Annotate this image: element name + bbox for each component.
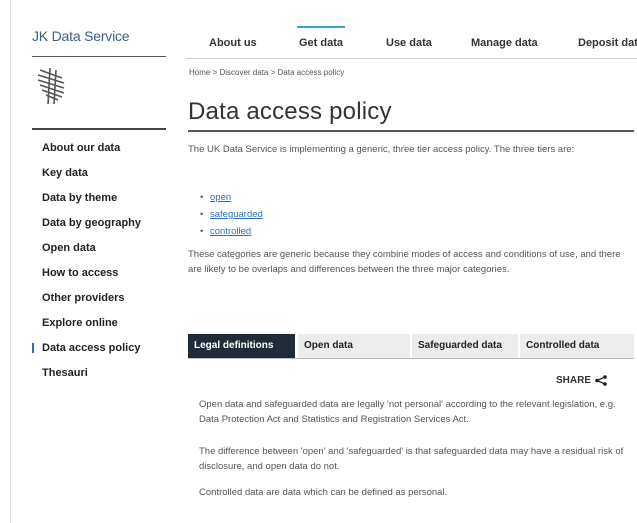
legal-paragraph-2: The difference between 'open' and 'safeg…	[199, 446, 624, 472]
sidebar-item-other-providers[interactable]: Other providers	[32, 289, 172, 314]
sidebar-item-label: Other providers	[42, 292, 125, 304]
nav-label: About us	[209, 37, 257, 49]
sidebar-item-thesauri[interactable]: Thesauri	[32, 364, 172, 389]
tab-legal-definitions[interactable]: Legal definitions	[188, 334, 295, 358]
nav-about-us[interactable]: About us	[209, 37, 257, 49]
tab-label: Safeguarded data	[418, 340, 502, 351]
sidebar-item-label: Key data	[42, 167, 88, 179]
page-title: Data access policy	[188, 98, 392, 125]
sidebar-item-label: Data by geography	[42, 217, 142, 229]
nav-label: Manage data	[471, 37, 538, 49]
page-edge-rule	[10, 0, 11, 523]
categories-paragraph: These categories are generic because the…	[188, 249, 621, 275]
tier-link-open[interactable]: open	[210, 192, 231, 203]
sidebar: About our data Key data Data by theme Da…	[32, 139, 172, 389]
site-logo-text[interactable]: JK Data Service	[32, 28, 130, 44]
tier-list: open safeguarded controlled	[200, 189, 263, 240]
sidebar-item-open-data[interactable]: Open data	[32, 239, 172, 264]
tabs-divider	[188, 358, 634, 359]
sidebar-item-label: Explore online	[42, 317, 118, 329]
sidebar-item-label: About our data	[42, 142, 121, 154]
tab-label: Legal definitions	[194, 340, 274, 351]
sidebar-item-label: How to access	[42, 267, 119, 279]
logo-divider	[32, 56, 166, 57]
nav-divider	[186, 58, 637, 59]
breadcrumb-current: Data access policy	[277, 68, 345, 77]
nav-active-indicator	[297, 26, 346, 28]
sidebar-item-label: Data access policy	[42, 342, 141, 354]
tab-open-data[interactable]: Open data	[298, 334, 410, 358]
tab-label: Controlled data	[526, 340, 600, 351]
sidebar-item-how-to-access[interactable]: How to access	[32, 264, 172, 289]
sidebar-item-label: Data by theme	[42, 192, 118, 204]
sidebar-item-key-data[interactable]: Key data	[32, 164, 172, 189]
legal-paragraph-3: Controlled data are data which can be de…	[199, 487, 448, 498]
nav-label: Deposit dat	[578, 37, 637, 49]
tab-bar: Legal definitions Open data Safeguarded …	[188, 334, 634, 358]
tab-controlled-data[interactable]: Controlled data	[520, 334, 634, 358]
sidebar-active-indicator	[32, 343, 34, 353]
tab-safeguarded-data[interactable]: Safeguarded data	[412, 334, 518, 358]
tier-link-controlled[interactable]: controlled	[210, 226, 251, 237]
nav-get-data[interactable]: Get data	[297, 26, 346, 49]
nav-label: Use data	[386, 37, 432, 49]
sidebar-item-data-by-theme[interactable]: Data by theme	[32, 189, 172, 214]
sidebar-item-data-by-geography[interactable]: Data by geography	[32, 214, 172, 239]
nav-use-data[interactable]: Use data	[386, 37, 432, 49]
list-item: safeguarded	[200, 206, 263, 223]
nav-manage-data[interactable]: Manage data	[471, 37, 538, 49]
legal-paragraph-1: Open data and safeguarded data are legal…	[199, 399, 616, 425]
share-button[interactable]: SHARE	[556, 375, 607, 386]
sidebar-top-rule	[32, 128, 166, 130]
sidebar-item-data-access-policy[interactable]: Data access policy	[32, 339, 172, 364]
nav-deposit-data[interactable]: Deposit dat	[578, 37, 637, 49]
top-navigation: About us Get data Use data Manage data D…	[186, 24, 637, 58]
breadcrumb: Home > Discover data > Data access polic…	[189, 68, 344, 77]
list-item: open	[200, 189, 263, 206]
tab-label: Open data	[304, 340, 353, 351]
sidebar-item-explore-online[interactable]: Explore online	[32, 314, 172, 339]
ukds-logo-icon[interactable]	[34, 66, 70, 106]
breadcrumb-home[interactable]: Home	[189, 68, 210, 77]
nav-label: Get data	[299, 37, 344, 49]
share-icon	[595, 375, 607, 386]
sidebar-item-label: Thesauri	[42, 367, 88, 379]
breadcrumb-discover-data[interactable]: Discover data	[219, 68, 268, 77]
intro-paragraph: The UK Data Service is implementing a ge…	[188, 144, 575, 155]
list-item: controlled	[200, 223, 263, 240]
title-divider	[188, 130, 634, 132]
sidebar-item-label: Open data	[42, 242, 96, 254]
breadcrumb-separator: >	[268, 68, 278, 77]
share-label: SHARE	[556, 375, 592, 386]
sidebar-item-about-our-data[interactable]: About our data	[32, 139, 172, 164]
tier-link-safeguarded[interactable]: safeguarded	[210, 209, 263, 220]
